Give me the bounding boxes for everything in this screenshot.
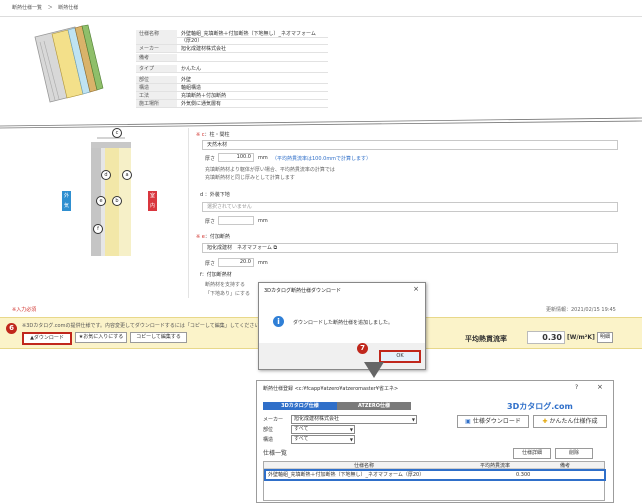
breadcrumb: 断熱仕様一覧 ＞ 断熱仕様 (12, 4, 82, 14)
row-avg: 0.300 (516, 472, 531, 478)
thickness-note-c: （平均熱貫流率は100.0mmで計算します） (272, 156, 372, 162)
spec-row: （厚20） (136, 37, 328, 45)
chevron-down-icon: ▼ (349, 437, 353, 442)
info-icon: i (273, 316, 284, 327)
spec-row: 構造 軸組構造 (136, 84, 328, 92)
material-field-c[interactable]: 天然木材 (202, 140, 618, 150)
marker-a: a (122, 170, 132, 180)
header-divider (0, 16, 642, 17)
marker-d: d (101, 170, 111, 180)
marker-f: f (93, 224, 103, 234)
spec-row: 工法 充填断熱＋付加断熱 (136, 92, 328, 100)
updated-info: 更新情報：2021/02/15 19:45 (546, 307, 616, 313)
manufacturer-label: メーカー (263, 417, 284, 423)
unit-c: mm (258, 155, 268, 161)
download-notice: ※3Dカタログ.comの提供仕様です。内容変更してダウンロードするには「コピーし… (22, 323, 265, 329)
unit-e: mm (258, 260, 268, 266)
thickness-label-d: 厚さ (205, 219, 216, 225)
section-c-title: ※ c：柱・間柱 (196, 132, 230, 138)
table-row[interactable]: 外壁軸組_充填断熱＋付加断熱（下地無し）_ネオマフォーム（厚20） 0.300 (264, 469, 606, 481)
list-label: 仕様一覧 (263, 450, 288, 457)
part-label: 部位 (263, 427, 274, 433)
marker-b: b (112, 196, 122, 206)
wall-layer-diagram (55, 128, 175, 258)
col-remark-header: 備考 (560, 463, 571, 469)
avg-label: 平均熱貫流率 (465, 335, 507, 343)
section-e-title: ※ e：付加断熱 (196, 234, 230, 240)
material-field-d[interactable]: 選択されていません (202, 202, 618, 212)
material-field-e[interactable]: 旭化成建材 ネオマフォーム ⧉ (202, 243, 618, 253)
thickness-input-d[interactable] (218, 216, 254, 225)
spec-list-table: 仕様名称 平均熱貫流率 備考 外壁軸組_充填断熱＋付加断熱（下地無し）_ネオマフ… (263, 461, 606, 501)
external-link-icon[interactable]: ⧉ (273, 245, 277, 251)
download-button[interactable]: ▲ダウンロード (22, 332, 72, 345)
copy-edit-button[interactable]: コピーして編集する (130, 332, 187, 343)
breadcrumb-item-list[interactable]: 断熱仕様一覧 (12, 5, 42, 11)
plus-icon: ✚ (542, 418, 550, 425)
spec-download-button[interactable]: ▣ 仕様ダウンロード (457, 415, 529, 428)
marker-c: c (112, 128, 122, 138)
unit-d: mm (258, 218, 268, 224)
detail-button[interactable]: 明細 (597, 332, 613, 343)
row-name: 外壁軸組_充填断熱＋付加断熱（下地無し）_ネオマフォーム（厚20） (268, 472, 425, 478)
wall-section-image (30, 22, 110, 106)
chevron-down-icon: ▼ (411, 417, 415, 422)
inside-badge: 室内 (148, 191, 157, 211)
chevron-down-icon: ▼ (349, 427, 353, 432)
struct-label: 構造 (263, 437, 274, 443)
thickness-label-c: 厚さ (205, 156, 216, 162)
spec-row: メーカー 旭化成建材株式会社 (136, 45, 328, 53)
section-d-title: d ：外装下地 (200, 192, 230, 198)
step-7-marker: 7 (357, 343, 368, 354)
thickness-input-c[interactable]: 100.0 (218, 153, 254, 162)
manufacturer-select[interactable]: 旭化成建材株式会社 ▼ (291, 415, 417, 424)
thickness-label-e: 厚さ (205, 261, 216, 267)
avg-unit: [W/m²K] (567, 334, 595, 341)
help-icon[interactable]: ? (575, 384, 578, 391)
spec-row: タイプ かんたん (136, 65, 328, 73)
thickness-input-e[interactable]: 20.0 (218, 258, 254, 267)
spec-detail-button[interactable]: 仕様詳細 (513, 448, 551, 459)
required-note: ※入力必須 (12, 307, 37, 313)
part-select[interactable]: すべて ▼ (291, 425, 355, 434)
avg-value: 0.30 (527, 331, 565, 344)
close-icon[interactable]: × (597, 383, 603, 391)
hint-c-2: 充填断熱材と同じ厚みとして計算します (205, 175, 295, 181)
spec-registration-dialog: 断熱仕様登録 <c:¥fcapp¥atzero¥atzeromaster¥省エネ… (256, 380, 614, 503)
catalog-logo: 3Dカタログ.com (507, 402, 573, 411)
hint-c-1: 充填断熱材より躯体が厚い場合、平均熱貫流率の計算では (205, 167, 335, 173)
spec-row: 部位 外壁 (136, 76, 328, 84)
simple-create-button[interactable]: ✚ かんたん仕様作成 (533, 415, 607, 428)
hint-f-2: 「下地あり」にする (205, 291, 251, 297)
download-complete-dialog: 3Dカタログ断熱仕様ダウンロード × i ダウンロードした断熱仕様を追加しました… (258, 282, 426, 370)
struct-select[interactable]: すべて ▼ (291, 435, 355, 444)
favorite-button[interactable]: ★お気に入りにする (75, 332, 127, 343)
dialog-message: ダウンロードした断熱仕様を追加しました。 (293, 320, 394, 326)
close-icon[interactable]: × (413, 285, 419, 293)
table-header: 仕様名称 平均熱貫流率 備考 (264, 462, 604, 469)
spec-row: 備考 (136, 54, 328, 62)
spec-row: 施工場所 外気側に通気層有 (136, 100, 328, 108)
col-name-header: 仕様名称 (354, 463, 375, 469)
delete-button[interactable]: 削除 (555, 448, 593, 459)
lower-title: 断熱仕様登録 <c:¥fcapp¥atzero¥atzeromaster¥省エネ… (263, 386, 399, 392)
marker-e: e (96, 196, 106, 206)
outside-badge: 外気 (62, 191, 71, 211)
flow-arrow (362, 362, 386, 380)
tab-3d-catalog[interactable]: 3Dカタログ仕様 (263, 402, 337, 410)
step-6-marker: 6 (6, 323, 17, 334)
breadcrumb-item-current: 断熱仕様 (58, 5, 79, 11)
catalog-icon: ▣ (465, 418, 473, 425)
tab-atzero[interactable]: ATZERO仕様 (337, 402, 411, 410)
breadcrumb-sep: ＞ (47, 5, 53, 11)
dialog-title: 3Dカタログ断熱仕様ダウンロード (264, 288, 342, 294)
section-f-title: f：付加断熱材 (200, 272, 232, 278)
hint-f-1: 断熱材を支持する (205, 282, 246, 288)
col-avg-header: 平均熱貫流率 (480, 463, 511, 469)
